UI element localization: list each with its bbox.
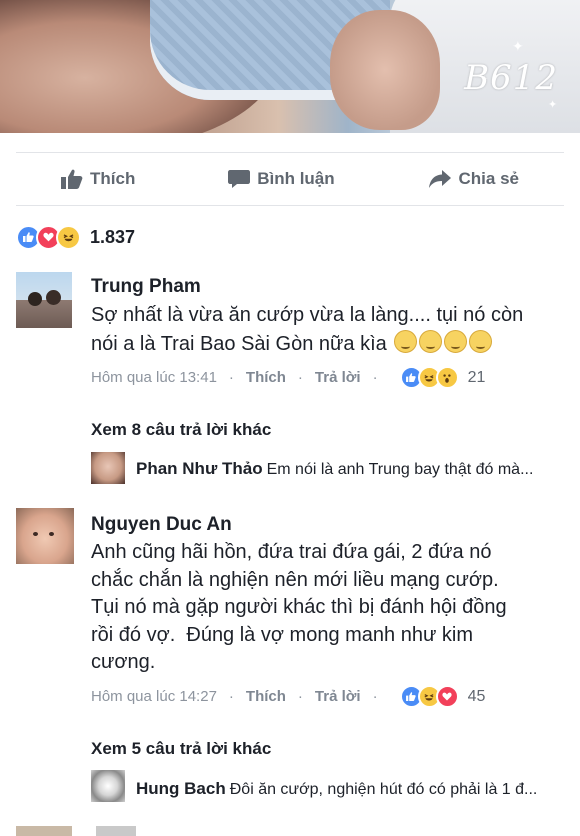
comment-text: Sợ nhất là vừa ăn cướp vừa la làng.... t… <box>91 302 523 358</box>
comment-button-label: Bình luận <box>257 169 335 188</box>
reply-preview[interactable]: Phan Như Thảo Em nói là anh Trung bay thậ… <box>136 459 566 479</box>
comment-author-name <box>96 826 136 836</box>
avatar[interactable] <box>91 452 125 484</box>
sparkle-icon: ✦ <box>548 99 558 111</box>
view-more-replies-link[interactable]: Xem 8 câu trả lời khác <box>91 420 271 440</box>
comment-reactions[interactable] <box>399 685 459 708</box>
thumbs-up-icon <box>61 169 83 189</box>
post-photo[interactable]: ✦ ✦ ✦ B612 <box>0 0 580 133</box>
comment-reply-link[interactable]: Trả lời <box>315 369 361 386</box>
smiling-emoji-icon <box>469 329 493 353</box>
comment-reply-link[interactable]: Trả lời <box>315 688 361 705</box>
love-reaction-icon <box>435 685 459 708</box>
comment-author-name[interactable]: Trung Pham <box>91 276 201 298</box>
like-button-label: Thích <box>90 169 136 188</box>
sparkle-icon: ✦ <box>512 38 524 54</box>
comment-reaction-count: 21 <box>467 368 486 386</box>
comment-text: Anh cũng hãi hồn, đứa trai đứa gái, 2 đứ… <box>91 539 507 677</box>
post-action-bar: Thích Bình luận Chia sẻ <box>16 152 564 206</box>
comment-timestamp[interactable]: Hôm qua lúc 14:27 <box>91 688 217 705</box>
comment-text-line: Sợ nhất là vừa ăn cướp vừa la làng.... t… <box>91 304 524 326</box>
share-button[interactable]: Chia sẻ <box>428 169 519 189</box>
comment-text-line: cương. <box>91 651 156 673</box>
comment-meta: Hôm qua lúc 13:41 · Thích · Trả lời · 21 <box>91 366 485 389</box>
reply-author-name[interactable]: Hung Bach <box>136 779 226 798</box>
reply-author-name[interactable]: Phan Như Thảo <box>136 459 263 478</box>
comment-meta: Hôm qua lúc 14:27 · Thích · Trả lời · 45 <box>91 685 485 708</box>
comment-text-segment: nói a là Trai Bao Sài Gòn nữa kìa <box>91 332 387 355</box>
avatar[interactable] <box>16 272 72 328</box>
comment-text-line: Tụi nó mà gặp người khác thì bị đánh hội… <box>91 596 507 618</box>
reply-text: Em nói là anh Trung bay thật đó mà... <box>266 461 534 478</box>
avatar[interactable] <box>16 826 72 836</box>
comment-text-line: nói a là Trai Bao Sài Gòn nữa kìa <box>91 329 523 359</box>
comment-like-link[interactable]: Thích <box>246 688 286 705</box>
comment-button[interactable]: Bình luận <box>228 169 335 189</box>
smiling-emoji-icon <box>394 329 418 353</box>
like-button[interactable]: Thích <box>61 169 135 189</box>
comment-reaction-count: 45 <box>467 687 486 705</box>
smiling-emoji-icon <box>444 329 468 353</box>
wow-reaction-icon <box>435 366 459 389</box>
avatar[interactable] <box>16 508 74 564</box>
haha-reaction-icon <box>56 224 81 250</box>
comment-author-name[interactable]: Nguyen Duc An <box>91 514 232 536</box>
comment-reactions[interactable] <box>399 366 459 389</box>
photo-watermark: B612 <box>464 58 558 98</box>
comment-like-link[interactable]: Thích <box>246 369 286 386</box>
photo-hand <box>330 10 440 130</box>
comment-text-line: chắc chắn là nghiện nên mới liều mạng cư… <box>91 568 499 591</box>
view-more-replies-link[interactable]: Xem 5 câu trả lời khác <box>91 739 271 759</box>
reply-text: Đôi ăn cướp, nghiện hút đó có phải là 1 … <box>229 781 538 798</box>
reaction-summary[interactable]: 1.837 <box>16 224 135 250</box>
comment-text-line: rồi đó vợ. Đúng là vợ mong manh như kim <box>91 623 474 646</box>
reply-preview[interactable]: Hung Bach Đôi ăn cướp, nghiện hút đó có p… <box>136 779 566 799</box>
share-arrow-icon <box>428 170 451 188</box>
share-button-label: Chia sẻ <box>458 169 519 188</box>
comment-text-line: Anh cũng hãi hồn, đứa trai đứa gái, 2 đứ… <box>91 541 492 563</box>
comment-timestamp[interactable]: Hôm qua lúc 13:41 <box>91 369 217 386</box>
smiling-emoji-icon <box>419 329 443 353</box>
avatar[interactable] <box>91 770 125 802</box>
comment-icon <box>228 170 251 188</box>
reaction-count: 1.837 <box>90 226 136 247</box>
